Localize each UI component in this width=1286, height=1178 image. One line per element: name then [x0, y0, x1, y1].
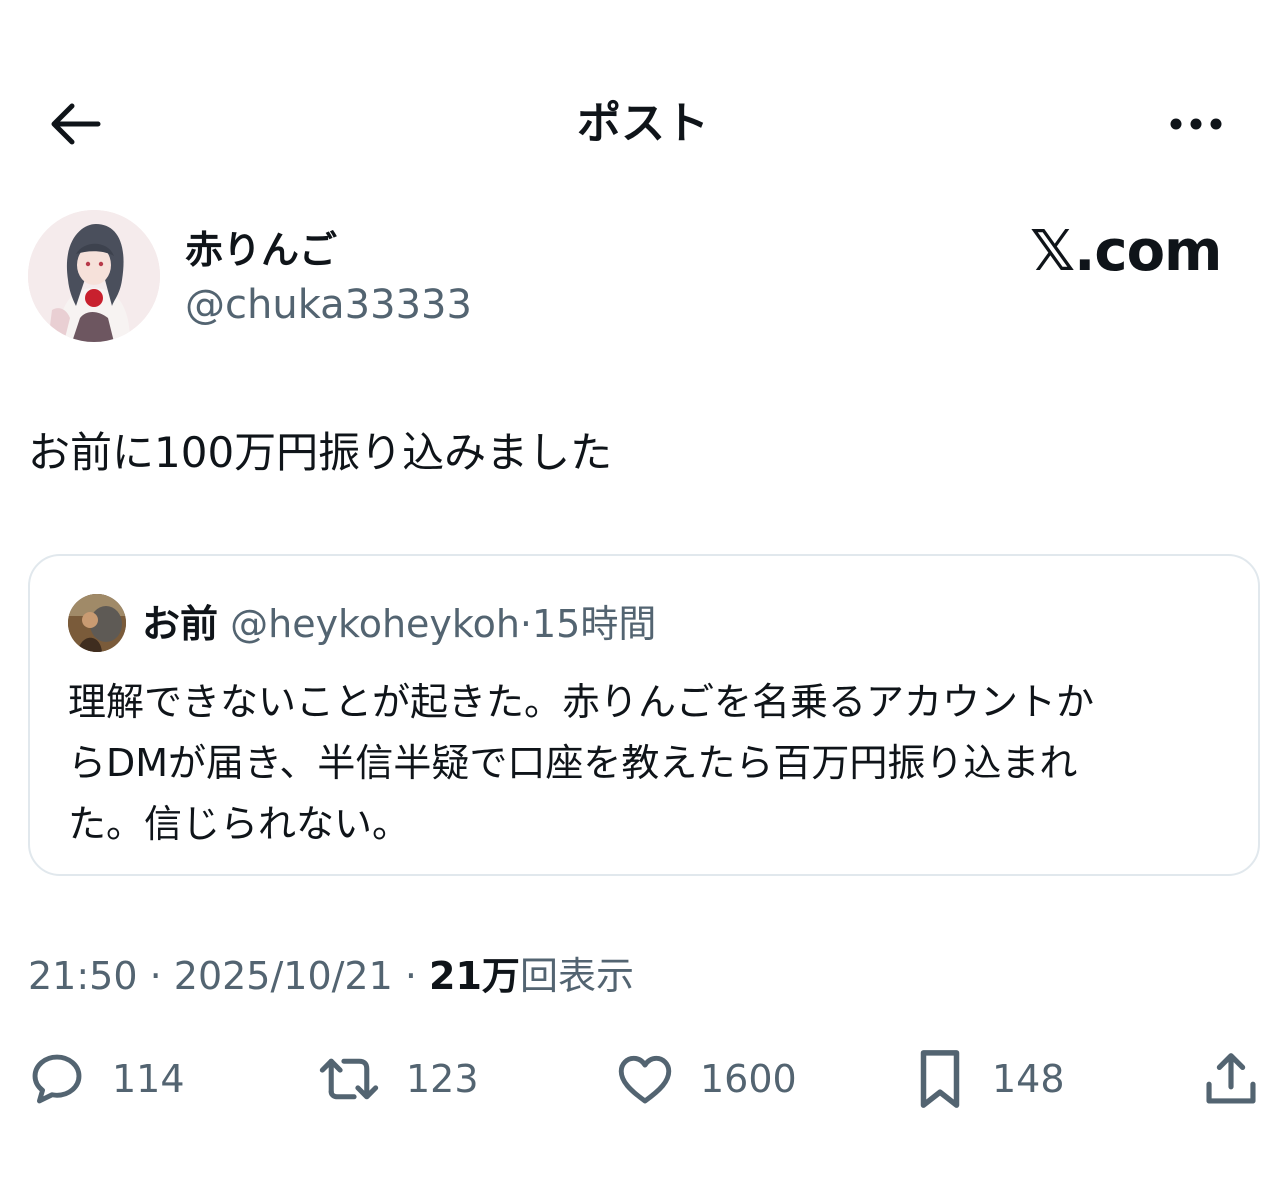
tweet-meta: 21:50 · 2025/10/21 · 21万回表示: [28, 950, 634, 1002]
avatar[interactable]: [28, 210, 160, 342]
bookmark-icon: [920, 1050, 960, 1108]
repost-icon: [319, 1058, 379, 1100]
more-icon: [1170, 118, 1222, 130]
meta-separator: ·: [137, 954, 174, 998]
share-button[interactable]: [1200, 1046, 1262, 1112]
share-icon: [1206, 1053, 1256, 1104]
quote-separator: ·: [519, 602, 532, 646]
like-button[interactable]: 1600: [614, 1046, 797, 1112]
reply-icon: [32, 1054, 82, 1104]
bookmark-count: 148: [992, 1057, 1065, 1101]
heart-icon: [618, 1055, 672, 1104]
quoted-tweet-card[interactable]: お前 @heykoheykoh·15時間 理解できないことが起きた。赤りんごを名…: [28, 554, 1260, 876]
quote-timestamp[interactable]: 15時間: [532, 602, 656, 646]
reply-button[interactable]: 114: [26, 1046, 185, 1112]
quote-text: 理解できないことが起きた。赤りんごを名乗るアカウントか らDMが届き、半信半疑で…: [68, 672, 1228, 855]
page-title: ポスト: [577, 98, 709, 149]
quote-avatar-image: [68, 594, 126, 652]
author-name[interactable]: 赤りんご: [185, 226, 337, 274]
tweet-text: お前に100万円振り込みました: [28, 428, 613, 477]
quote-avatar[interactable]: [68, 594, 126, 652]
quote-author-handle[interactable]: @heykoheykoh: [230, 602, 520, 646]
author-handle[interactable]: @chuka33333: [185, 280, 472, 330]
more-button[interactable]: [1160, 96, 1232, 152]
views-label: 回表示: [519, 954, 634, 998]
tweet-time[interactable]: 21:50: [28, 954, 138, 998]
quote-text-line: 理解できないことが起きた。赤りんごを名乗るアカウントか: [68, 680, 1095, 724]
reply-count: 114: [112, 1057, 185, 1101]
views-count: 21万: [429, 954, 520, 998]
meta-separator: ·: [392, 954, 430, 998]
quote-text-line: らDMが届き、半信半疑で口座を教えたら百万円振り込まれ: [68, 741, 1078, 785]
bookmark-button[interactable]: 148: [912, 1046, 1065, 1112]
repost-button[interactable]: 123: [316, 1046, 479, 1112]
like-count: 1600: [700, 1057, 797, 1101]
x-com-watermark: 𝕏.com: [1030, 219, 1222, 284]
quote-text-line: た。信じられない。: [68, 802, 411, 846]
quote-author-name[interactable]: お前: [142, 602, 218, 646]
tweet-date[interactable]: 2025/10/21: [174, 954, 393, 998]
avatar-image: [28, 210, 160, 342]
repost-count: 123: [406, 1057, 479, 1101]
